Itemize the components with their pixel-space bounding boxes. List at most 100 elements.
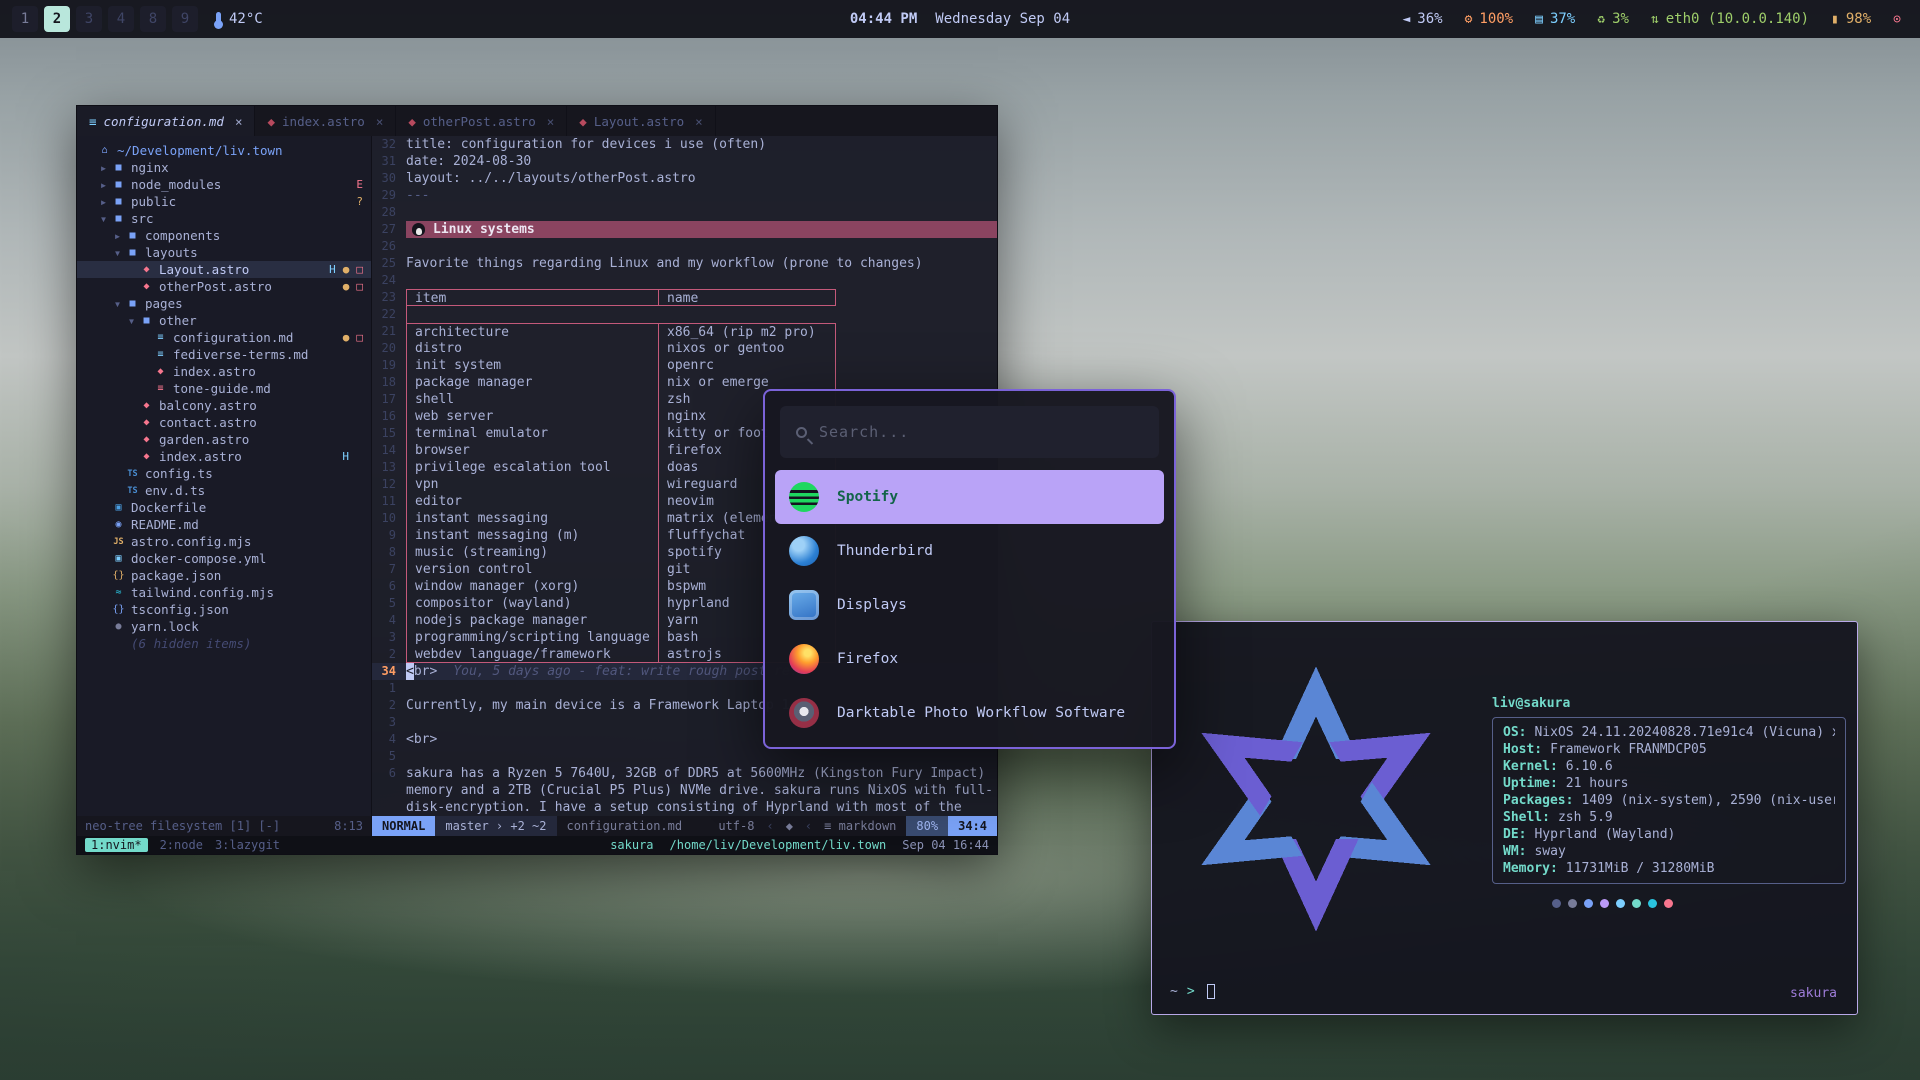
editor-line[interactable]: 31 date: 2024-08-30 xyxy=(372,153,997,170)
editor-line[interactable]: 26 xyxy=(372,238,997,255)
fetch-info-row: Packages: 1409 (nix-system), 2590 (nix-u… xyxy=(1503,792,1835,809)
workspace-button[interactable]: 8 xyxy=(140,6,166,32)
tree-item[interactable]: ▣ docker-compose.yml xyxy=(77,550,371,567)
tmux-window[interactable]: 3:lazygit xyxy=(215,838,280,852)
editor-line[interactable]: 25 Favorite things regarding Linux and m… xyxy=(372,255,997,272)
launcher-item[interactable]: Darktable Photo Workflow Software xyxy=(775,686,1164,740)
close-icon[interactable]: × xyxy=(547,114,555,129)
table-row[interactable]: 20 distro nixos or gentoo xyxy=(372,340,997,357)
tree-item[interactable]: ⌂ ~/Development/liv.town xyxy=(77,142,371,159)
tree-item[interactable]: ▸ ■ components xyxy=(77,227,371,244)
app-launcher: Search... Spotify Thunderbird Displays F… xyxy=(763,389,1176,749)
tree-item[interactable]: ≈ tailwind.config.mjs xyxy=(77,584,371,601)
heading-band: Linux systems xyxy=(406,221,997,238)
editor-line[interactable]: 28 xyxy=(372,204,997,221)
tree-item[interactable]: ◆ balcony.astro xyxy=(77,397,371,414)
status-module[interactable]: ⊙ xyxy=(1893,12,1908,27)
line-number: 11 xyxy=(372,493,406,510)
status-module[interactable]: ◄ 36% xyxy=(1402,11,1442,27)
tree-item[interactable]: TS env.d.ts xyxy=(77,482,371,499)
table-cell-item: vpn xyxy=(406,476,658,493)
tree-item[interactable]: ≡ fediverse-terms.md xyxy=(77,346,371,363)
tree-item[interactable]: (6 hidden items) xyxy=(77,635,371,652)
fetch-info-row: OS: NixOS 24.11.20240828.71e91c4 (Vicuna… xyxy=(1503,724,1835,741)
logo-arm xyxy=(1180,696,1303,816)
launcher-item[interactable]: Firefox xyxy=(775,632,1164,686)
tree-item[interactable]: JS astro.config.mjs xyxy=(77,533,371,550)
tree-item[interactable]: ▸ ■ node_modules E xyxy=(77,176,371,193)
status-module[interactable]: ▤ 37% xyxy=(1535,11,1575,27)
tmux-window[interactable]: 2:node xyxy=(160,838,203,852)
tree-item[interactable]: TS config.ts xyxy=(77,465,371,482)
editor-line[interactable]: 24 xyxy=(372,272,997,289)
tree-item[interactable]: ◆ contact.astro xyxy=(77,414,371,431)
fetch-label: Memory: xyxy=(1503,860,1558,877)
tree-item-label: index.astro xyxy=(173,364,256,379)
shell-prompt[interactable]: ~ > xyxy=(1170,984,1215,999)
workspace-button[interactable]: 4 xyxy=(108,6,134,32)
status-module[interactable]: ♻ 3% xyxy=(1597,11,1629,27)
tmux-window[interactable]: 1:nvim* xyxy=(85,838,148,852)
workspace-button[interactable]: 9 xyxy=(172,6,198,32)
file-icon: ■ xyxy=(124,230,141,241)
buffer-tab[interactable]: ◆ Layout.astro × xyxy=(567,106,715,136)
workspace-button[interactable]: 2 xyxy=(44,6,70,32)
tree-item[interactable]: {} package.json xyxy=(77,567,371,584)
markdown-heading-line[interactable]: 27 Linux systems xyxy=(372,221,997,238)
table-row[interactable]: 19 init system openrc xyxy=(372,357,997,374)
buffer-tab[interactable]: ◆ index.astro × xyxy=(255,106,396,136)
tree-item[interactable]: ◆ index.astro H xyxy=(77,448,371,465)
tree-item[interactable]: ▾ ■ other xyxy=(77,312,371,329)
tree-item[interactable]: ▾ ■ src xyxy=(77,210,371,227)
tree-item[interactable]: ▸ ■ public ? xyxy=(77,193,371,210)
tree-item[interactable]: ≡ tone-guide.md xyxy=(77,380,371,397)
buffer-tab[interactable]: ◆ otherPost.astro × xyxy=(396,106,567,136)
table-row[interactable]: 21 architecture x86_64 (rip m2 pro) xyxy=(372,323,997,340)
line-number: 4 xyxy=(372,731,406,748)
editor-line[interactable]: 30 layout: ../../layouts/otherPost.astro xyxy=(372,170,997,187)
close-icon[interactable]: × xyxy=(695,114,703,129)
editor-line[interactable]: 5 xyxy=(372,748,997,765)
tree-item[interactable]: ▾ ■ layouts xyxy=(77,244,371,261)
tree-item-label: node_modules xyxy=(131,177,221,192)
status-module[interactable]: ▮ 98% xyxy=(1831,11,1871,27)
status-module[interactable]: ⚙ 100% xyxy=(1465,11,1514,27)
tree-item[interactable]: ▾ ■ pages xyxy=(77,295,371,312)
tree-item[interactable]: ▣ Dockerfile xyxy=(77,499,371,516)
tree-item[interactable]: {} tsconfig.json xyxy=(77,601,371,618)
tree-item[interactable]: ≡ configuration.md ● □ xyxy=(77,329,371,346)
editor-line[interactable]: 32 title: configuration for devices i us… xyxy=(372,136,997,153)
line-number: 3 xyxy=(372,714,406,731)
status-bar: 123489 42°C 04:44 PM Wednesday Sep 04 ◄ … xyxy=(0,0,1920,38)
editor-line[interactable]: 29 --- xyxy=(372,187,997,204)
table-cell-item: distro xyxy=(406,340,658,357)
clock[interactable]: 04:44 PM Wednesday Sep 04 xyxy=(850,11,1070,27)
close-icon[interactable]: × xyxy=(235,114,243,129)
buffer-tab[interactable]: ≡ configuration.md × xyxy=(77,106,255,136)
editor-line[interactable]: 6 sakura has a Ryzen 5 7640U, 32GB of DD… xyxy=(372,765,997,816)
status-module[interactable]: ⇅ eth0 (10.0.0.140) xyxy=(1651,11,1809,27)
tree-item[interactable]: ◆ garden.astro xyxy=(77,431,371,448)
terminal-window[interactable]: liv@sakura OS: NixOS 24.11.20240828.71e9… xyxy=(1151,621,1858,1015)
workspace-button[interactable]: 3 xyxy=(76,6,102,32)
table-row[interactable]: 22 xyxy=(372,306,997,323)
palette-dot xyxy=(1648,899,1657,908)
launcher-item[interactable]: Displays xyxy=(775,578,1164,632)
workspace-button[interactable]: 1 xyxy=(12,6,38,32)
tree-item[interactable]: ◆ index.astro xyxy=(77,363,371,380)
temperature-module[interactable]: 42°C xyxy=(216,11,263,27)
launcher-item[interactable]: Spotify xyxy=(775,470,1164,524)
system-info: liv@sakura OS: NixOS 24.11.20240828.71e9… xyxy=(1492,696,1846,908)
tree-item[interactable]: ▸ ■ nginx xyxy=(77,159,371,176)
tree-item[interactable]: ● yarn.lock xyxy=(77,618,371,635)
tree-item[interactable]: ◆ otherPost.astro ● □ xyxy=(77,278,371,295)
launcher-item[interactable]: Thunderbird xyxy=(775,524,1164,578)
fetch-info-row: DE: Hyprland (Wayland) xyxy=(1503,826,1835,843)
table-row[interactable]: 23 item name xyxy=(372,289,997,306)
statusline-segment: ◆ xyxy=(776,816,803,836)
tree-item[interactable]: ◆ Layout.astro H ● □ xyxy=(77,261,371,278)
close-icon[interactable]: × xyxy=(376,114,384,129)
tree-item[interactable]: ◉ README.md xyxy=(77,516,371,533)
search-input[interactable]: Search... xyxy=(780,406,1159,458)
line-number: 4 xyxy=(372,612,406,629)
